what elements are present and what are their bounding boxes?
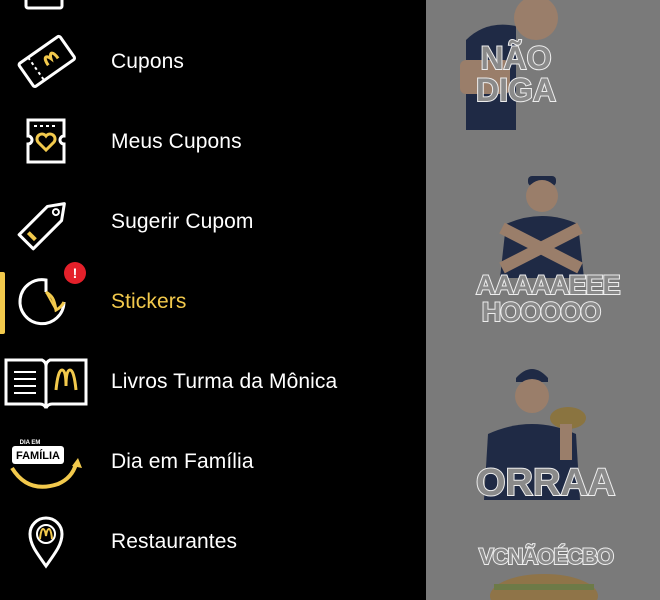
sticker-caption: AAAAAEEE HOOOOO	[475, 270, 622, 327]
menu-item-label: Restaurantes	[111, 530, 238, 553]
sticker-orraa[interactable]: ORRAA	[475, 360, 616, 510]
menu-item-dia-em-familia[interactable]: FAMÍLIA DIA EM Dia em Família	[0, 422, 426, 502]
sticker-caption: VCNÃOÉCBO	[478, 544, 615, 569]
sticker-nao-diga[interactable]: NÃO DIGA	[456, 0, 576, 130]
menu-item-cupons[interactable]: Cupons	[0, 22, 426, 102]
svg-text:DIA EM: DIA EM	[20, 440, 41, 446]
menu-item-meus-cupons[interactable]: Meus Cupons	[0, 102, 426, 182]
sticker-caption: NÃO DIGA	[475, 40, 557, 108]
price-tag-icon	[0, 182, 94, 262]
sticker-aaaaaeee[interactable]: AAAAAEEE HOOOOO	[475, 168, 622, 328]
notification-badge: !	[64, 262, 86, 284]
sticker-vc-nao-e-cbo[interactable]: VCNÃOÉCBO	[476, 540, 616, 600]
dimmed-sticker-panel[interactable]: NÃO DIGA AAAAAEEE HOOOOO ORRAA VCNÃOÉCBO	[426, 0, 660, 600]
navigation-drawer: Cupons Meus Cupons Sugerir Cupom Sticker…	[0, 0, 426, 600]
menu-item-sugerir-cupom[interactable]: Sugerir Cupom	[0, 182, 426, 262]
menu-item-label: Dia em Família	[111, 450, 254, 473]
sticker-caption: ORRAA	[475, 462, 616, 504]
heart-ticket-icon	[0, 102, 94, 182]
coupon-ticket-icon	[0, 22, 94, 102]
menu-item-livros[interactable]: Livros Turma da Mônica	[0, 342, 426, 422]
dia-em-familia-logo-icon: FAMÍLIA DIA EM	[0, 422, 94, 502]
menu-item-restaurantes[interactable]: Restaurantes	[0, 502, 426, 582]
menu-item-label: Sugerir Cupom	[111, 210, 254, 233]
svg-text:FAMÍLIA: FAMÍLIA	[16, 449, 60, 462]
menu-item-label: Stickers	[111, 290, 187, 313]
map-pin-icon	[0, 502, 94, 582]
menu-item-label: Meus Cupons	[111, 130, 242, 153]
open-book-icon	[0, 342, 94, 422]
menu-item-label: Livros Turma da Mônica	[111, 370, 338, 393]
menu-item-label: Cupons	[111, 50, 184, 73]
